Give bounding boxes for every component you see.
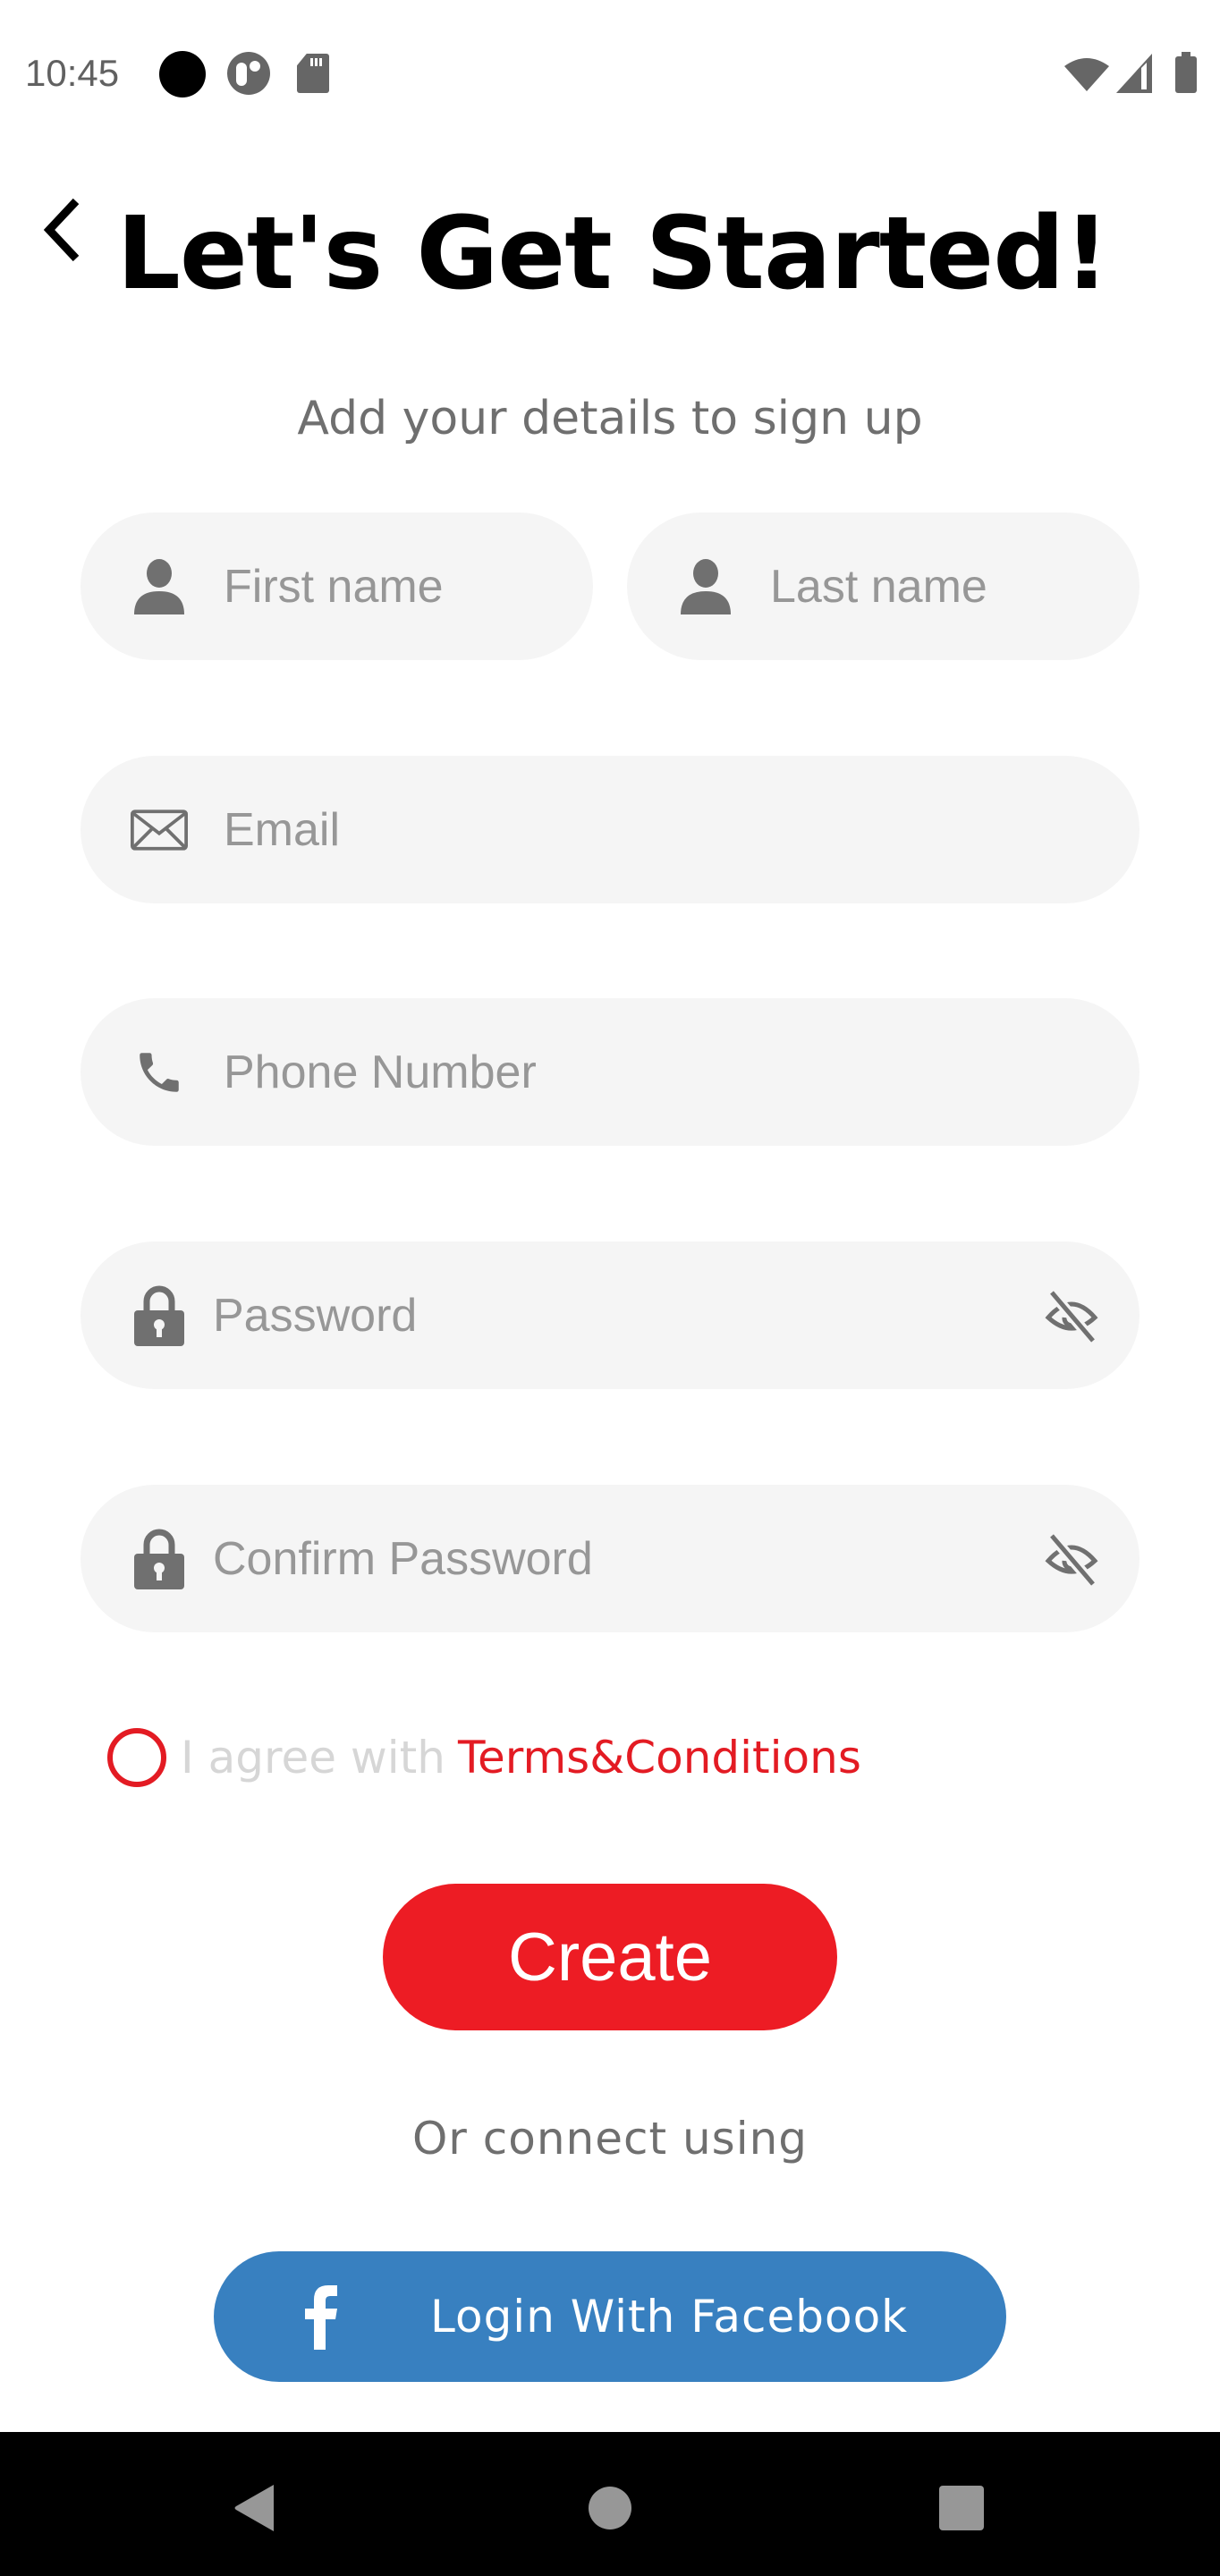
- status-time: 10:45: [25, 52, 120, 94]
- phone-field[interactable]: Phone Number: [80, 998, 1140, 1146]
- wifi-icon: [1064, 58, 1109, 91]
- status-bar: 10:45: [0, 0, 1220, 134]
- first-name-field[interactable]: First name: [80, 513, 593, 660]
- nav-back-button[interactable]: [224, 2477, 286, 2539]
- terms-link[interactable]: Terms&Conditions: [458, 1729, 861, 1786]
- email-field[interactable]: Email: [80, 756, 1140, 903]
- email-placeholder: Email: [224, 803, 341, 856]
- home-circle-icon: [589, 2487, 631, 2529]
- system-nav-bar: [0, 2432, 1220, 2576]
- notification-dot-icon: [159, 51, 206, 97]
- lock-icon: [131, 1529, 188, 1589]
- nav-home-button[interactable]: [579, 2477, 641, 2539]
- person-icon: [677, 558, 734, 615]
- battery-icon: [1175, 52, 1197, 93]
- sd-card-icon: [297, 54, 329, 93]
- lock-icon: [131, 1285, 188, 1346]
- eye-off-icon: [1045, 1286, 1098, 1344]
- facebook-login-label: Login With Facebook: [430, 2291, 909, 2343]
- recents-square-icon: [939, 2486, 984, 2530]
- facebook-login-button[interactable]: Login With Facebook: [214, 2251, 1006, 2382]
- terms-row: I agree with Terms&Conditions: [107, 1724, 861, 1791]
- terms-checkbox[interactable]: [107, 1728, 166, 1787]
- last-name-field[interactable]: Last name: [627, 513, 1140, 660]
- password-visibility-toggle[interactable]: [1036, 1280, 1107, 1352]
- page-title: Let's Get Started!: [116, 196, 1110, 312]
- back-triangle-icon: [234, 2485, 274, 2531]
- confirm-password-visibility-toggle[interactable]: [1036, 1523, 1107, 1595]
- last-name-placeholder: Last name: [770, 560, 987, 613]
- password-placeholder: Password: [213, 1289, 418, 1342]
- create-button[interactable]: Create: [383, 1884, 837, 2030]
- page-subtitle: Add your details to sign up: [297, 392, 923, 445]
- confirm-password-field[interactable]: Confirm Password: [80, 1485, 1140, 1632]
- app-notification-icon: [227, 52, 270, 95]
- person-icon: [131, 558, 188, 615]
- terms-prefix: I agree with: [181, 1732, 445, 1784]
- envelope-icon: [131, 801, 188, 859]
- nav-recents-button[interactable]: [930, 2477, 993, 2539]
- first-name-placeholder: First name: [224, 560, 444, 613]
- confirm-password-placeholder: Confirm Password: [213, 1532, 593, 1585]
- cell-signal-icon: [1116, 54, 1152, 93]
- phone-placeholder: Phone Number: [224, 1046, 537, 1098]
- eye-off-icon: [1045, 1530, 1098, 1588]
- or-connect-label: Or connect using: [411, 2113, 809, 2165]
- facebook-icon: [305, 2285, 337, 2350]
- phone-icon: [131, 1044, 188, 1101]
- password-field[interactable]: Password: [80, 1241, 1140, 1389]
